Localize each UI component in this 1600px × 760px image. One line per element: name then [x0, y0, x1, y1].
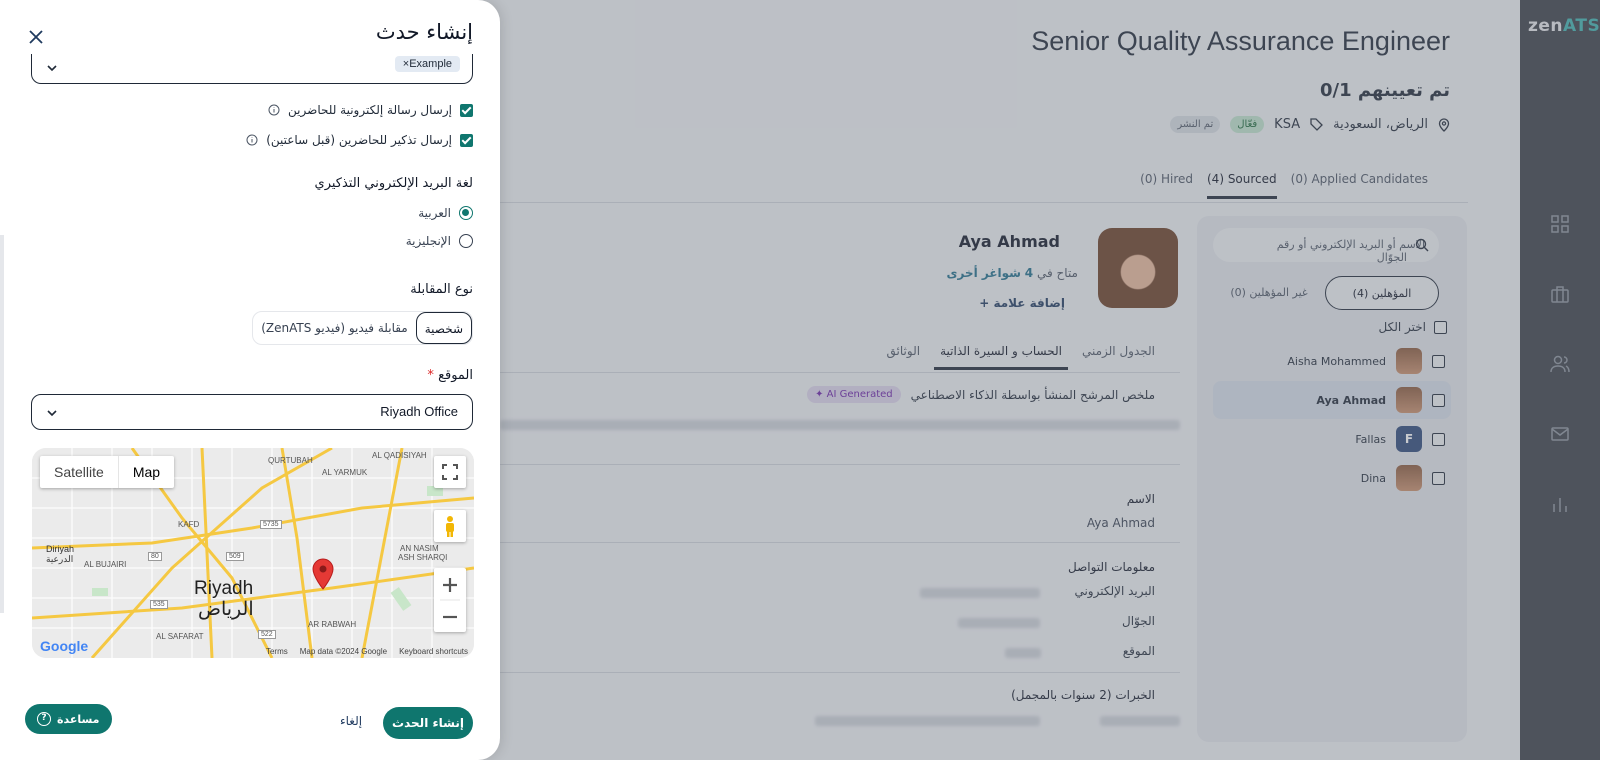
map-footer-terms[interactable]: Terms — [266, 647, 288, 656]
chevron-down-icon — [47, 410, 57, 417]
help-label: مساعدة — [57, 712, 100, 726]
help-button[interactable]: مساعدة ? — [25, 704, 112, 734]
chevron-down-icon — [47, 65, 57, 72]
fullscreen-icon[interactable] — [434, 456, 466, 488]
satellite-button[interactable]: Satellite — [40, 456, 118, 488]
cancel-button[interactable]: إلغاء — [340, 714, 362, 728]
map-city-en: Riyadh — [194, 578, 254, 599]
interview-type-in-person[interactable]: شخصية — [415, 312, 472, 344]
map-label: AL YARMUK — [322, 468, 368, 477]
send-reminder-checkbox[interactable] — [460, 133, 473, 147]
map-label: AL QADISIYAH — [372, 451, 427, 460]
scrollbar[interactable] — [0, 235, 4, 613]
location-field-label: الموقع * — [427, 368, 473, 383]
location-marker-icon[interactable] — [312, 558, 334, 590]
zoom-in-icon — [443, 578, 457, 592]
map-label: AR RABWAH — [308, 620, 357, 629]
road-shield: 509 — [226, 552, 244, 561]
map-footer: Terms Map data ©2024 Google Keyboard sho… — [266, 647, 468, 656]
map-label: الدرعية — [46, 554, 74, 564]
street-view-icon[interactable] — [434, 510, 466, 542]
map-label: AN NASIM — [400, 544, 439, 553]
send-reminder-option[interactable]: إرسال تذكير للحاضرين (قبل ساعتين) — [246, 133, 473, 147]
radio-english[interactable] — [459, 234, 473, 248]
location-select[interactable]: Riyadh Office — [31, 394, 473, 430]
map-label: QURTUBAH — [268, 456, 313, 465]
zoom-controls — [434, 568, 466, 632]
send-email-option[interactable]: إرسال رسالة إلكترونية للحاضرين — [268, 103, 473, 117]
road-shield: 80 — [148, 552, 162, 561]
lang-arabic-option[interactable]: العربية — [418, 206, 473, 220]
map-footer-data: Map data ©2024 Google — [299, 647, 388, 656]
info-icon[interactable] — [268, 104, 280, 116]
send-reminder-label: إرسال تذكير للحاضرين (قبل ساعتين) — [266, 133, 452, 147]
send-email-checkbox[interactable] — [460, 103, 473, 117]
map-label: Diriyah — [46, 544, 75, 554]
map-type-toggle: Satellite Map — [40, 456, 175, 488]
google-logo: Google — [40, 638, 89, 654]
radio-arabic[interactable] — [459, 206, 473, 220]
question-icon: ? — [37, 712, 51, 726]
send-email-label: إرسال رسالة إلكترونية للحاضرين — [288, 103, 452, 117]
lang-english-option[interactable]: الإنجليزية — [406, 234, 473, 248]
map-label: KAFD — [178, 520, 200, 529]
road-shield: 535 — [150, 600, 168, 609]
road-shield: 5735 — [260, 520, 282, 529]
info-icon[interactable] — [246, 134, 258, 146]
attendees-select[interactable]: ×Example — [31, 54, 473, 84]
map-button[interactable]: Map — [117, 456, 174, 488]
interview-type-toggle: شخصية مقابلة فيديو (فيديو ZenATS) — [252, 311, 473, 345]
create-event-drawer: إنشاء حدث ×Example إرسال رسالة إلكترونية… — [0, 0, 500, 760]
map-city-ar: الرياض — [198, 599, 254, 620]
location-map[interactable]: Satellite Map AL QADISIYAH QURTUBAH AL Y… — [32, 448, 474, 658]
radio-label: الإنجليزية — [405, 234, 451, 248]
radio-label: العربية — [418, 206, 451, 220]
map-footer-shortcuts[interactable]: Keyboard shortcuts — [399, 647, 468, 656]
road-shield: 522 — [258, 630, 276, 639]
create-event-button[interactable]: إنشاء الحدث — [383, 707, 473, 739]
interview-type-label: نوع المقابلة — [410, 282, 473, 297]
interview-type-video[interactable]: مقابلة فيديو (فيديو ZenATS) — [253, 312, 416, 344]
reminder-language-label: لغة البريد الإلكتروني التذكيري — [314, 176, 473, 191]
close-icon[interactable] — [26, 27, 46, 47]
map-label: AL SAFARAT — [156, 632, 204, 641]
map-label: AL BUJAIRI — [84, 560, 127, 569]
map-label: ASH SHARQI — [398, 553, 448, 562]
location-select-value: Riyadh Office — [380, 404, 458, 419]
tag-chip: ×Example — [394, 56, 460, 72]
drawer-title: إنشاء حدث — [375, 20, 473, 44]
